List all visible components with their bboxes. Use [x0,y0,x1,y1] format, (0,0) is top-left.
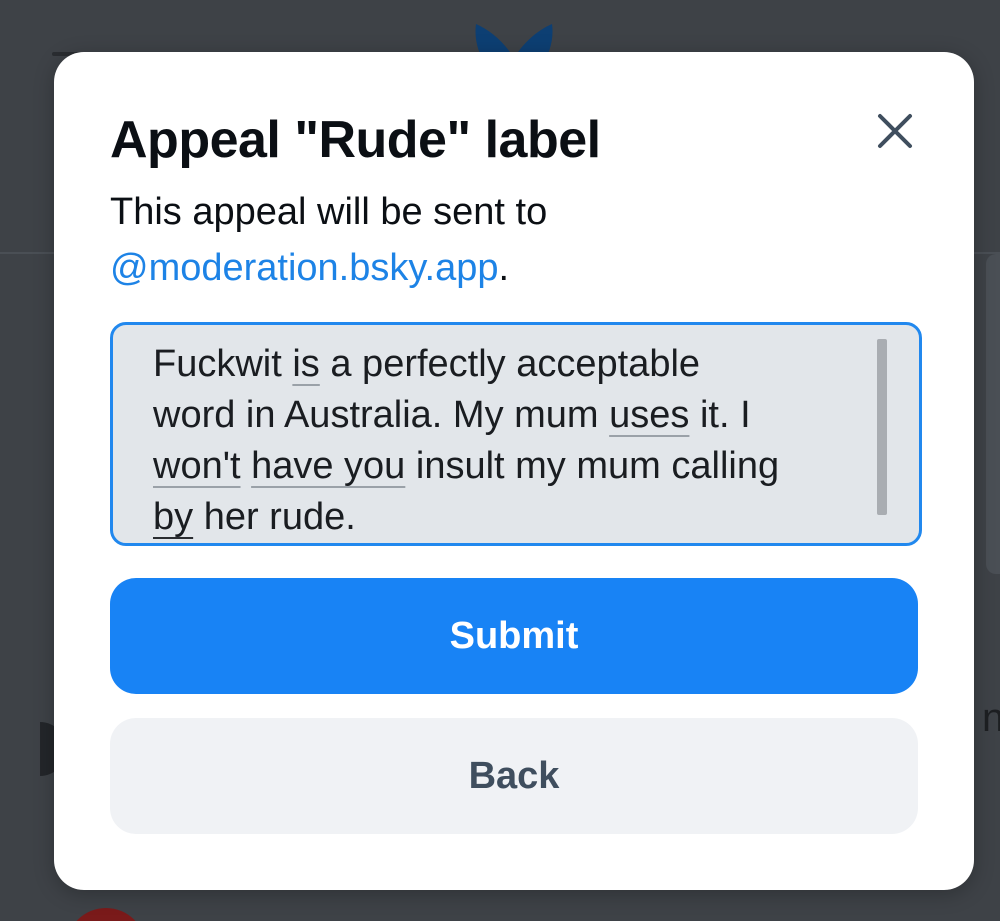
appeal-textarea-text[interactable]: Fuckwit is a perfectly acceptable word in… [153,339,873,543]
text-run: a perfectly acceptable [319,343,701,385]
cursor-word: by [153,496,194,538]
moderation-handle-link[interactable]: @moderation.bsky.app [110,247,499,289]
dialog-description: This appeal will be sent to @moderation.… [110,184,870,296]
close-button[interactable] [872,108,918,154]
background-avatar [66,908,146,921]
appeal-textarea[interactable]: Fuckwit is a perfectly acceptable word in… [110,322,922,546]
text-run: her rude. [193,496,356,538]
spellcheck-word: won't [153,445,241,487]
textarea-scrollbar[interactable] [877,339,887,515]
submit-button[interactable]: Submit [110,578,918,694]
close-icon [878,114,912,148]
appeal-dialog: Appeal "Rude" label This appeal will be … [54,52,974,890]
text-run: word in Australia. My mum [153,394,610,436]
spellcheck-word: uses [609,394,690,436]
description-text: This appeal will be sent to [110,191,548,233]
background-text-fragment: n [982,698,1000,738]
dialog-title: Appeal "Rude" label [110,111,601,169]
spellcheck-word: is [292,343,320,385]
word: Fuckwit [153,343,282,385]
text-run: insult my mum calling [405,445,780,487]
text-run: it. I [689,394,751,436]
background-card [986,254,1000,574]
spellcheck-word: have you [251,445,406,487]
back-button[interactable]: Back [110,718,918,834]
description-suffix: . [498,247,510,289]
